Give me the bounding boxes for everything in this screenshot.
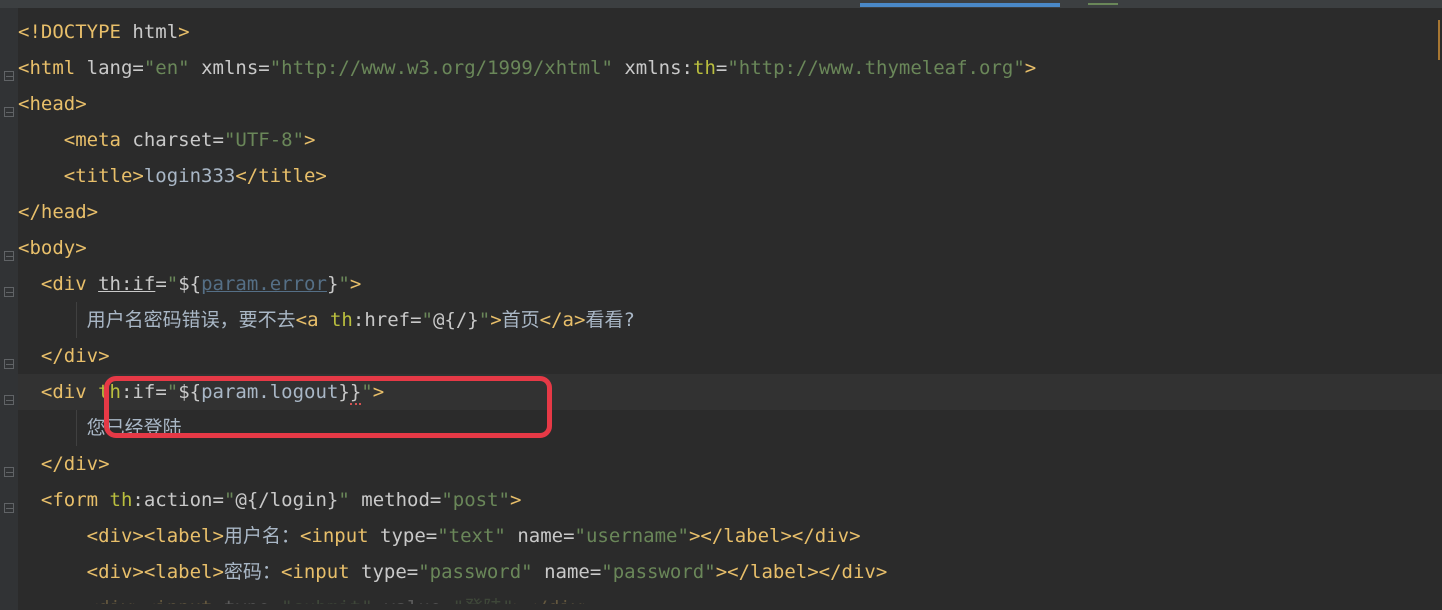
code-line[interactable]: </div>: [18, 338, 1442, 374]
code-line[interactable]: <title>login333</title>: [18, 158, 1442, 194]
code-line[interactable]: <div th:if="${param.logout}}">: [18, 374, 1442, 410]
fold-toggle-icon[interactable]: [4, 467, 14, 477]
code-line[interactable]: </head>: [18, 194, 1442, 230]
code-line[interactable]: <div><label>用户名：<input type="text" name=…: [18, 518, 1442, 554]
code-line[interactable]: </div>: [18, 446, 1442, 482]
fold-toggle-icon[interactable]: [4, 107, 14, 117]
editor-gutter: [0, 8, 18, 610]
code-line[interactable]: <div th:if="${param.error}">: [18, 266, 1442, 302]
fold-toggle-icon[interactable]: [4, 503, 14, 513]
code-line[interactable]: <html lang="en" xmlns="http://www.w3.org…: [18, 50, 1442, 86]
error-stripe-marker[interactable]: [1438, 20, 1440, 60]
tab-indicator-secondary: [1088, 3, 1118, 5]
fold-toggle-icon[interactable]: [4, 71, 14, 81]
fold-toggle-icon[interactable]: [4, 359, 14, 369]
editor-top-border: [0, 0, 1442, 8]
code-line[interactable]: 您已经登陆: [18, 410, 1442, 446]
fold-toggle-icon[interactable]: [4, 251, 14, 261]
code-line[interactable]: <!DOCTYPE html>: [18, 14, 1442, 50]
fold-toggle-icon[interactable]: [4, 395, 14, 405]
code-line[interactable]: <div><input type="submit" value="登陆"></d…: [18, 590, 1442, 604]
code-line[interactable]: <div><label>密码：<input type="password" na…: [18, 554, 1442, 590]
code-line[interactable]: <head>: [18, 86, 1442, 122]
code-line[interactable]: <body>: [18, 230, 1442, 266]
code-line[interactable]: 用户名密码错误，要不去<a th:href="@{/}">首页</a>看看?: [18, 302, 1442, 338]
fold-toggle-icon[interactable]: [4, 287, 14, 297]
code-line[interactable]: <meta charset="UTF-8">: [18, 122, 1442, 158]
active-tab-indicator: [860, 3, 1060, 7]
code-editor[interactable]: <!DOCTYPE html><html lang="en" xmlns="ht…: [18, 14, 1442, 604]
code-line[interactable]: <form th:action="@{/login}" method="post…: [18, 482, 1442, 518]
